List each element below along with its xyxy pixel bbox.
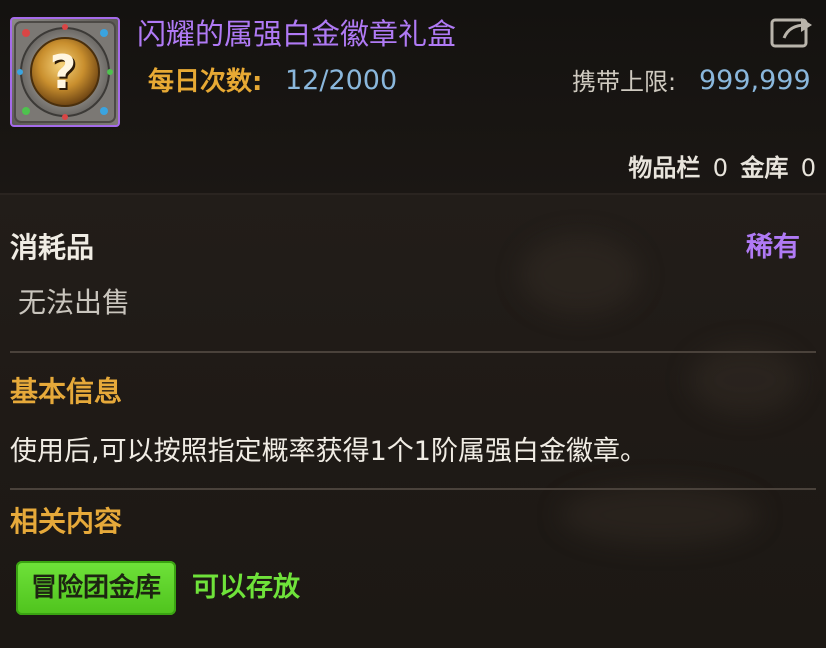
carry-limit-value: 999,999 (699, 65, 811, 96)
item-category: 消耗品 (10, 231, 95, 264)
sale-status: 无法出售 (18, 286, 131, 319)
basic-info-title: 基本信息 (10, 375, 123, 408)
guild-vault-tag-label: 冒险团金库 (30, 573, 161, 603)
related-content-title: 相关内容 (10, 505, 123, 538)
inventory-label: 物品栏 (628, 154, 701, 182)
storage-counts: 物品栏 0 金库 0 (628, 151, 820, 185)
item-name: 闪耀的属强白金徽章礼盒 (137, 17, 457, 51)
question-mark-icon: ? ? (10, 17, 120, 127)
section-divider (10, 351, 816, 353)
daily-uses-label: 每日次数: (148, 67, 263, 97)
svg-text:?: ? (50, 45, 77, 99)
daily-uses-value: 12/2000 (285, 65, 398, 96)
carry-limit-label: 携带上限: (572, 68, 677, 96)
share-export-icon[interactable] (770, 14, 816, 50)
inventory-count: 0 (712, 154, 728, 182)
item-description: 使用后,可以按照指定概率获得1个1阶属强白金徽章。 (10, 436, 647, 467)
section-divider (10, 488, 816, 490)
vault-label: 金库 (740, 154, 789, 182)
storable-status: 可以存放 (192, 572, 300, 603)
item-rarity: 稀有 (746, 232, 800, 263)
item-tooltip: ? ? 闪耀的属强白金徽章礼盒 每日次数: 12/2000 携带上限: 999,… (0, 0, 826, 648)
guild-vault-tag[interactable]: 冒险团金库 (16, 561, 176, 615)
vault-count: 0 (800, 154, 816, 182)
